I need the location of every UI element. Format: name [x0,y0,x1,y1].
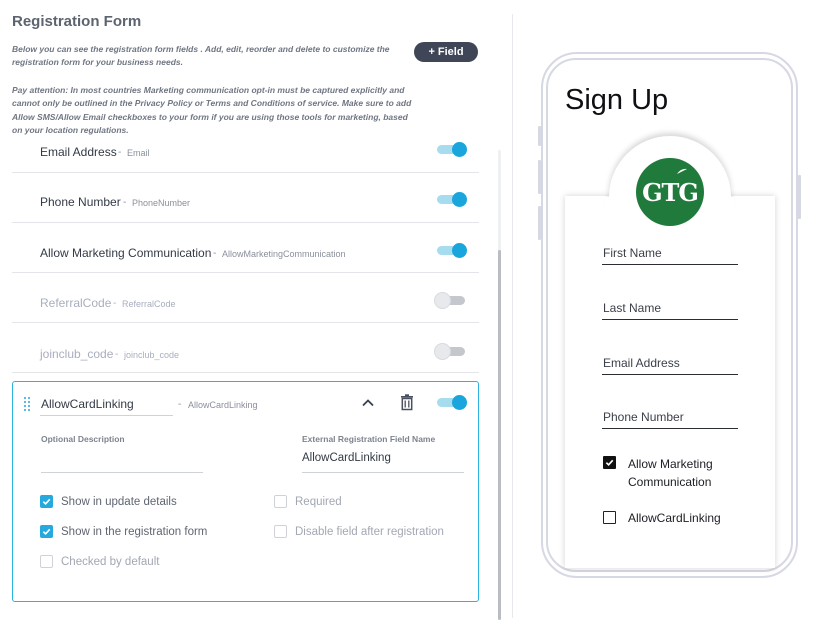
checkbox-box[interactable] [40,495,53,508]
required-checkbox[interactable]: Required [274,495,342,508]
field-separator: - [115,349,119,360]
page-title: Registration Form [12,13,142,30]
list-scrollbar-thumb[interactable] [498,250,501,620]
checkbox-box[interactable] [274,525,287,538]
optional-description-label: Optional Description [41,434,125,444]
checkbox-box[interactable] [40,555,53,568]
preview-last-name-input[interactable]: Last Name [603,301,661,315]
field-key: joinclub_code [124,350,180,360]
leaf-icon [677,168,687,174]
phone-side-button [798,175,801,219]
add-field-button[interactable]: + Field [414,42,478,62]
form-description: Below you can see the registration form … [12,44,390,68]
field-key: AllowCardLinking [188,400,258,410]
field-row-email[interactable]: Email Address - Email [12,140,479,173]
preview-input-underline [602,374,738,375]
field-label: ReferralCode [40,296,112,310]
logo-text: GTG [642,177,699,207]
field-toggle-marketing[interactable] [437,243,467,259]
preview-email-input[interactable]: Email Address [603,356,680,370]
drag-handle-icon[interactable] [24,397,32,411]
field-separator: - [113,298,117,309]
field-row-joinclub[interactable]: joinclub_code - joinclub_code [12,323,479,373]
checkbox-label: Disable field after registration [295,525,444,538]
field-separator: - [118,147,122,158]
check-icon [42,528,51,535]
preview-input-underline [602,428,738,429]
show-update-details-checkbox[interactable]: Show in update details [40,495,177,508]
field-key: AllowMarketingCommunication [222,249,346,259]
field-toggle-email[interactable] [437,142,467,158]
disable-after-registration-checkbox[interactable]: Disable field after registration [274,525,444,538]
checkbox-label: Required [295,495,342,508]
preview-phone-input[interactable]: Phone Number [603,410,684,424]
attention-note: Pay attention: In most countries Marketi… [12,85,412,135]
chevron-up-icon[interactable] [361,396,375,410]
trash-icon[interactable] [400,394,414,411]
field-name-underline [40,415,173,416]
plus-icon: + [428,46,435,58]
external-name-underline [302,472,464,473]
field-key: ReferralCode [122,299,176,309]
checked-by-default-checkbox[interactable]: Checked by default [40,555,159,568]
preview-input-underline [602,264,738,265]
external-name-label: External Registration Field Name [302,434,436,444]
preview-marketing-checkbox[interactable] [603,456,616,469]
brand-logo: GTG [636,158,704,226]
checkbox-label: Show in the registration form [61,525,208,538]
phone-side-button [538,126,541,146]
panel-divider [512,14,513,618]
registration-form-editor: Registration Form + Field Below you can … [0,0,505,632]
add-field-label: Field [437,46,464,58]
phone-side-button [538,206,541,240]
checkbox-box[interactable] [274,495,287,508]
field-separator: - [123,197,127,208]
field-label: Phone Number [40,195,121,209]
field-row-marketing[interactable]: Allow Marketing Communication - AllowMar… [12,223,479,273]
preview-input-underline [602,319,738,320]
field-toggle-cardlinking[interactable] [437,395,467,411]
field-toggle-phone[interactable] [437,192,467,208]
field-separator: - [213,248,217,259]
preview-first-name-input[interactable]: First Name [603,246,662,260]
preview-cardlinking-label: AllowCardLinking [628,511,721,525]
field-row-referral[interactable]: ReferralCode - ReferralCode [12,273,479,323]
checkbox-box[interactable] [40,525,53,538]
check-icon [42,498,51,505]
external-name-input[interactable]: AllowCardLinking [302,452,391,464]
field-row-phone[interactable]: Phone Number - PhoneNumber [12,173,479,223]
checkbox-label: Show in update details [61,495,177,508]
field-toggle-referral[interactable] [435,293,465,309]
check-icon [605,459,614,467]
field-label: Email Address [40,145,117,159]
expanded-field-card: AllowCardLinking - AllowCardLinking Opti… [12,381,479,602]
checkbox-label: Checked by default [61,555,160,568]
field-separator: - [178,399,182,410]
field-label: joinclub_code [40,347,114,361]
signup-title: Sign Up [565,84,669,116]
field-label: Allow Marketing Communication [40,246,212,260]
show-registration-checkbox[interactable]: Show in the registration form [40,525,207,538]
optional-description-underline [41,472,203,473]
field-name-input[interactable]: AllowCardLinking [41,397,134,411]
field-key: PhoneNumber [132,198,191,208]
phone-side-button [538,160,541,194]
field-key: Email [127,148,150,158]
preview-cardlinking-checkbox[interactable] [603,511,616,524]
preview-marketing-label: Allow Marketing Communication [628,457,713,489]
field-toggle-joinclub[interactable] [435,344,465,360]
